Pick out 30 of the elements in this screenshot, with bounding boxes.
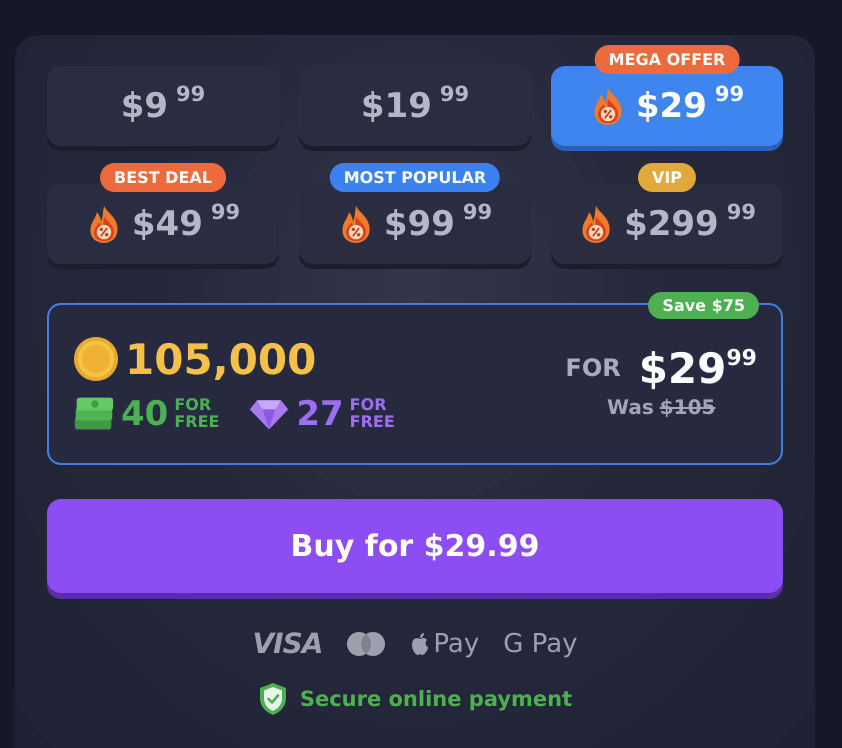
save-badge: Save $75 (648, 292, 759, 319)
for-label: FOR (565, 354, 621, 382)
visa-logo: VISA (252, 627, 322, 660)
offer-price: $29 (638, 344, 726, 392)
price-option[interactable]: $99 99 (299, 184, 531, 264)
package-badge: MOST POPULAR (330, 163, 500, 192)
bonus-note: FOR FREE (174, 396, 220, 430)
google-pay-label: G Pay (503, 628, 578, 658)
bonus-note: FOR FREE (350, 396, 396, 430)
package-badge: MEGA OFFER (594, 45, 740, 74)
was-label: Was (607, 394, 654, 418)
price-option[interactable]: $299 99 (551, 184, 783, 264)
price-option[interactable]: $29 99 (551, 66, 783, 146)
apple-pay-label: Pay (433, 628, 480, 658)
bonus-amount: 40 (121, 394, 168, 434)
price-option[interactable]: $19 99 (299, 66, 531, 146)
coin-amount: 105,000 (125, 334, 316, 384)
shield-check-icon (258, 682, 288, 716)
bonus-amount: 27 (296, 394, 344, 434)
price-option[interactable]: $49 99 (47, 184, 279, 264)
package-badge: VIP (638, 163, 696, 192)
package-badge: BEST DEAL (100, 163, 226, 192)
offer-cents: 99 (726, 346, 757, 370)
buy-button[interactable]: Buy for $29.99 (47, 499, 783, 593)
secure-payment-note: Secure online payment (300, 687, 572, 711)
old-price: $105 (660, 394, 716, 418)
apple-icon (410, 632, 430, 656)
price-option[interactable]: $9 99 (47, 66, 279, 146)
card-circles-icon (346, 630, 386, 656)
coin-icon (73, 336, 119, 382)
